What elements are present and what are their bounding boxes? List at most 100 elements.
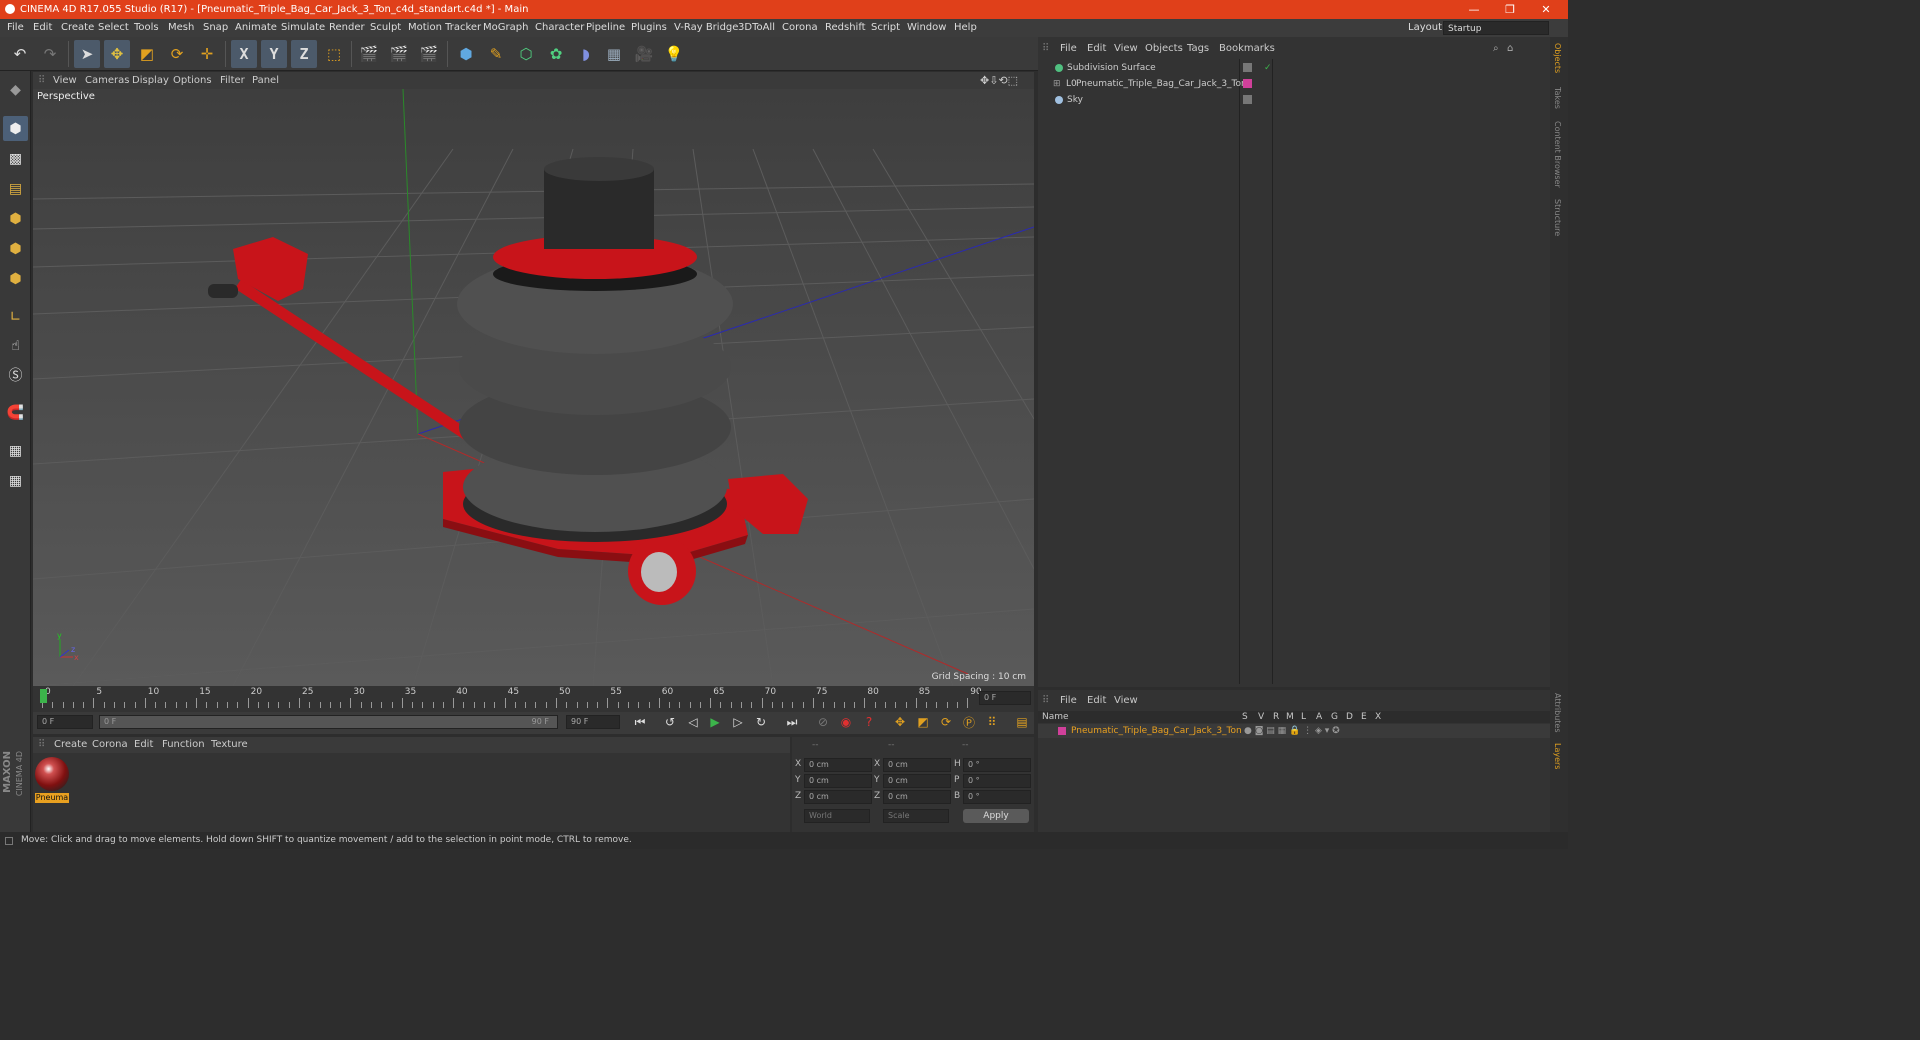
end-frame-field[interactable]: 90 F xyxy=(566,715,620,729)
menu-corona[interactable]: Corona xyxy=(782,19,818,37)
cube-primitive-icon[interactable]: ⬢ xyxy=(453,40,479,68)
rotate-tool-icon[interactable]: ⟳ xyxy=(164,40,190,68)
record-keys-icon[interactable]: ⊘ xyxy=(812,712,834,732)
timeline-window-icon[interactable]: ▤ xyxy=(1011,712,1033,732)
layer-toggle-icons[interactable]: ● ◙ ▤ ▦ 🔒 ⋮ ◈ ▾ ✪ xyxy=(1244,724,1340,738)
coordinate-system-icon[interactable]: ⬚ xyxy=(321,40,347,68)
menu-select[interactable]: Select xyxy=(98,19,129,37)
layer-color-icon[interactable] xyxy=(1243,79,1252,88)
viewport-menu-filter[interactable]: Filter xyxy=(220,72,245,89)
menu-mograph[interactable]: MoGraph xyxy=(483,19,528,37)
home-icon[interactable]: ⌂ xyxy=(1507,41,1513,57)
edges-mode-icon[interactable]: ⬢ xyxy=(3,236,28,261)
redo-icon[interactable]: ↷ xyxy=(37,40,63,68)
menu-tools[interactable]: Tools xyxy=(134,19,159,37)
rotation-p-field[interactable]: 0 ° xyxy=(963,774,1031,788)
menu-pipeline[interactable]: Pipeline xyxy=(586,19,625,37)
go-to-end-icon[interactable]: ⏭ xyxy=(781,712,803,732)
enabled-check-icon[interactable]: ✓ xyxy=(1264,60,1272,76)
position-y-field[interactable]: 0 cm xyxy=(804,774,872,788)
rotation-b-field[interactable]: 0 ° xyxy=(963,790,1031,804)
key-parameter-icon[interactable]: Ⓟ xyxy=(958,712,980,732)
key-scale-icon[interactable]: ◩ xyxy=(912,712,934,732)
next-key-icon[interactable]: ↻ xyxy=(750,712,772,732)
points-mode-icon[interactable]: ⬢ xyxy=(3,206,28,231)
model-mode-icon[interactable]: ⬢ xyxy=(3,116,28,141)
position-z-field[interactable]: 0 cm xyxy=(804,790,872,804)
menu-animate[interactable]: Animate xyxy=(235,19,277,37)
layout-dropdown[interactable]: Startup xyxy=(1443,21,1549,35)
workplane-mode-icon[interactable]: ▤ xyxy=(3,176,28,201)
layer-tag-icon[interactable] xyxy=(1243,63,1252,72)
viewport-menu-options[interactable]: Options xyxy=(173,72,212,89)
render-picture-viewer-icon[interactable]: 🎬 xyxy=(386,40,412,68)
objects-menu-edit[interactable]: Edit xyxy=(1087,41,1106,57)
solo-mode-icon[interactable]: Ⓢ xyxy=(3,362,28,387)
viewport-menu-view[interactable]: View xyxy=(53,72,77,89)
minimize-button[interactable]: — xyxy=(1456,0,1492,19)
key-rotation-icon[interactable]: ⟳ xyxy=(935,712,957,732)
autokey-icon[interactable]: ◉ xyxy=(835,712,857,732)
size-x-field[interactable]: 0 cm xyxy=(883,758,951,772)
layer-name[interactable]: Pneumatic_Triple_Bag_Car_Jack_3_Ton xyxy=(1071,724,1242,738)
close-button[interactable]: ✕ xyxy=(1528,0,1564,19)
texture-mode-icon[interactable]: ▩ xyxy=(3,146,28,171)
size-z-field[interactable]: 0 cm xyxy=(883,790,951,804)
tab-structure[interactable]: Structure xyxy=(1553,199,1562,236)
render-settings-icon[interactable]: 🎬 xyxy=(416,40,442,68)
objects-menu-file[interactable]: File xyxy=(1060,41,1077,57)
scale-mode-dropdown[interactable]: Scale xyxy=(883,809,949,823)
menu-window[interactable]: Window xyxy=(907,19,946,37)
timeline-ruler[interactable]: 0 5 10 15 20 25 30 35 40 45 50 55 60 65 70 75 80 85 90 0 F xyxy=(33,686,1034,712)
last-tool-icon[interactable]: ✛ xyxy=(194,40,220,68)
menu-edit[interactable]: Edit xyxy=(33,19,52,37)
tweak-mode-icon[interactable]: ☝ xyxy=(3,333,28,358)
viewport-navigation-icon[interactable]: ✥⇩⟲⬚ xyxy=(980,72,1018,89)
next-frame-icon[interactable]: ▷ xyxy=(727,712,749,732)
apply-button[interactable]: Apply xyxy=(963,809,1029,823)
undo-icon[interactable]: ↶ xyxy=(7,40,33,68)
material-menu-texture[interactable]: Texture xyxy=(211,737,248,753)
y-axis-lock-icon[interactable]: Y xyxy=(261,40,287,68)
menu-character[interactable]: Character xyxy=(535,19,584,37)
size-y-field[interactable]: 0 cm xyxy=(883,774,951,788)
previous-key-icon[interactable]: ↺ xyxy=(659,712,681,732)
objects-menu-bookmarks[interactable]: Bookmarks xyxy=(1219,41,1275,57)
snap-icon[interactable]: 🧲 xyxy=(3,400,28,425)
frame-range-slider[interactable]: 0 F 90 F xyxy=(99,715,558,729)
viewport-menu-cameras[interactable]: Cameras xyxy=(85,72,129,89)
planar-workplane-icon[interactable]: ▦ xyxy=(3,468,28,493)
menu-sculpt[interactable]: Sculpt xyxy=(370,19,401,37)
render-view-icon[interactable]: 🎬 xyxy=(356,40,382,68)
object-name[interactable]: Pneumatic_Triple_Bag_Car_Jack_3_Ton xyxy=(1076,76,1247,92)
layers-menu-view[interactable]: View xyxy=(1114,693,1138,709)
menu-motion-tracker[interactable]: Motion Tracker xyxy=(408,19,481,37)
camera-icon[interactable]: 🎥 xyxy=(631,40,657,68)
menu-render[interactable]: Render xyxy=(329,19,365,37)
floor-icon[interactable]: ▦ xyxy=(601,40,627,68)
layer-color-icon[interactable] xyxy=(1058,727,1066,735)
viewport-menu-panel[interactable]: Panel xyxy=(252,72,279,89)
expand-icon[interactable]: ⊞ xyxy=(1053,76,1061,92)
3d-viewport[interactable]: y x z Perspective Grid Spacing : 10 cm xyxy=(33,89,1034,686)
workplane-lock-icon[interactable]: ▦ xyxy=(3,438,28,463)
pen-spline-icon[interactable]: ✎ xyxy=(483,40,509,68)
play-icon[interactable]: ▶ xyxy=(704,712,726,732)
move-tool-icon[interactable]: ✥ xyxy=(104,40,130,68)
object-row[interactable]: Subdivision Surface ✓ xyxy=(1041,60,1546,76)
objects-menu-tags[interactable]: Tags xyxy=(1187,41,1209,57)
start-frame-field[interactable]: 0 F xyxy=(37,715,93,729)
playhead-marker[interactable] xyxy=(40,689,47,703)
menu-file[interactable]: File xyxy=(7,19,24,37)
material-menu-corona[interactable]: Corona xyxy=(92,737,128,753)
objects-menu-objects[interactable]: Objects xyxy=(1145,41,1183,57)
menu-redshift[interactable]: Redshift xyxy=(825,19,866,37)
tab-objects[interactable]: Objects xyxy=(1553,43,1562,73)
x-axis-lock-icon[interactable]: X xyxy=(231,40,257,68)
objects-menu-view[interactable]: View xyxy=(1114,41,1138,57)
cloner-icon[interactable]: ✿ xyxy=(543,40,569,68)
layer-tag-icon[interactable] xyxy=(1243,95,1252,104)
menu-script[interactable]: Script xyxy=(871,19,900,37)
coordinate-system-dropdown[interactable]: World xyxy=(804,809,870,823)
z-axis-lock-icon[interactable]: Z xyxy=(291,40,317,68)
